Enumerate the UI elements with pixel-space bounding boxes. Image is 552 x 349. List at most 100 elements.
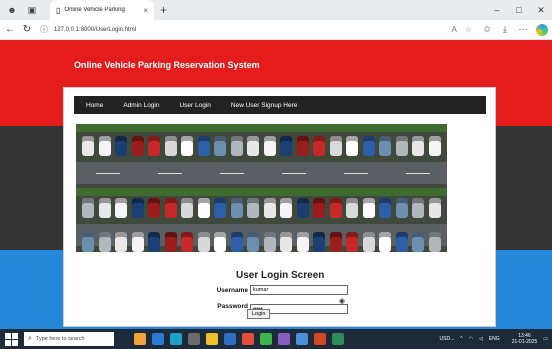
favorite-star-icon[interactable]: ☆	[465, 25, 472, 34]
taskbar-app-icon[interactable]	[188, 333, 200, 345]
menu-new-user-signup[interactable]: New User Signup Here	[231, 102, 297, 109]
banner-shape	[158, 173, 182, 174]
url-field[interactable]: ⓘ 127.0.0.1:8000/UserLogin.html A ☆	[40, 22, 472, 37]
page-icon: ▯	[56, 5, 61, 15]
banner-shape	[346, 198, 358, 218]
url-text: 127.0.0.1:8000/UserLogin.html	[54, 26, 137, 33]
parking-lot-banner-image	[76, 124, 447, 252]
minimize-button[interactable]: –	[486, 5, 508, 15]
banner-shape	[362, 136, 375, 156]
banner-shape	[82, 232, 94, 252]
banner-shape	[406, 173, 430, 174]
banner-shape	[214, 136, 226, 156]
banner-shape	[220, 173, 244, 174]
windows-start-icon[interactable]	[4, 332, 18, 346]
back-icon[interactable]: ←	[3, 24, 17, 35]
banner-shape	[346, 232, 358, 252]
taskbar-search[interactable]: ⌕ Type here to search	[24, 332, 114, 346]
tab-close-icon[interactable]: ×	[143, 6, 148, 15]
banner-shape	[230, 232, 243, 252]
banner-shape	[181, 232, 193, 252]
taskbar-app-icon[interactable]	[332, 333, 344, 345]
login-button[interactable]: Login	[247, 309, 271, 319]
browser-tab-bar: ☻ ▣ ▯ Online Vehicle Parking × + – □ ✕	[0, 0, 552, 20]
banner-shape	[98, 232, 111, 252]
banner-shape	[263, 198, 276, 218]
banner-shape	[428, 232, 441, 252]
system-tray: USD... ^ ◠ ◁ ENG 13:46 21-01-2025 ▭	[434, 329, 548, 349]
taskbar-app-icon[interactable]	[134, 333, 146, 345]
banner-shape	[181, 198, 193, 218]
login-heading: User Login Screen	[236, 270, 325, 281]
username-input[interactable]	[250, 285, 348, 295]
show-password-eye-icon[interactable]: ◉	[339, 297, 345, 307]
notification-icon[interactable]: ▭	[543, 336, 548, 342]
tab-title: Online Vehicle Parking	[64, 7, 125, 13]
menu-home[interactable]: Home	[86, 102, 103, 109]
taskbar-app-icon[interactable]	[224, 333, 236, 345]
windows-taskbar: ⌕ Type here to search USD... ^ ◠ ◁ ENG 1…	[0, 329, 552, 349]
clock[interactable]: 13:46 21-01-2025	[506, 333, 538, 345]
copilot-icon[interactable]	[536, 23, 548, 36]
banner-shape	[148, 232, 160, 252]
banner-shape	[280, 232, 292, 252]
info-icon[interactable]: ⓘ	[40, 24, 48, 35]
tray-chevron-icon[interactable]: ^	[460, 336, 462, 342]
weather-text[interactable]: USD...	[440, 336, 455, 342]
maximize-button[interactable]: □	[508, 5, 530, 15]
read-aloud-icon[interactable]: A	[451, 25, 456, 34]
username-label: Username	[216, 286, 248, 294]
banner-shape	[214, 198, 226, 218]
banner-shape	[412, 136, 424, 156]
banner-shape	[395, 136, 408, 156]
taskbar-app-icon[interactable]	[296, 333, 308, 345]
tab-actions-icon[interactable]: ▣	[24, 3, 40, 17]
browser-tab[interactable]: ▯ Online Vehicle Parking ×	[50, 0, 154, 20]
refresh-icon[interactable]: ↻	[20, 24, 34, 35]
banner-shape	[412, 198, 424, 218]
taskbar-app-icon[interactable]	[314, 333, 326, 345]
new-tab-button[interactable]: +	[160, 3, 167, 17]
banner-shape	[263, 136, 276, 156]
favorites-icon[interactable]: ✩	[478, 24, 496, 35]
profile-icon[interactable]: ☻	[4, 3, 20, 17]
download-icon[interactable]: ⤓	[496, 24, 514, 35]
menu-admin-login[interactable]: Admin Login	[123, 102, 159, 109]
menu-user-login[interactable]: User Login	[179, 102, 210, 109]
close-window-button[interactable]: ✕	[530, 5, 552, 16]
language-indicator[interactable]: ENG	[489, 336, 500, 342]
banner-shape	[82, 198, 94, 218]
banner-shape	[164, 136, 177, 156]
password-row: Password ◉	[214, 297, 348, 315]
more-icon[interactable]: ⋯	[514, 24, 532, 35]
banner-shape	[76, 162, 447, 184]
banner-shape	[197, 232, 210, 252]
banner-shape	[379, 198, 391, 218]
banner-shape	[412, 232, 424, 252]
volume-icon[interactable]: ◁	[479, 336, 483, 342]
banner-shape	[379, 232, 391, 252]
banner-shape	[329, 198, 342, 218]
taskbar-app-icon[interactable]	[152, 333, 164, 345]
banner-shape	[164, 198, 177, 218]
taskbar-app-icon[interactable]	[278, 333, 290, 345]
banner-shape	[131, 198, 144, 218]
banner-shape	[115, 136, 127, 156]
content-panel: Home Admin Login User Login New User Sig…	[63, 87, 496, 327]
banner-shape	[296, 232, 309, 252]
banner-shape	[313, 198, 325, 218]
banner-shape	[148, 198, 160, 218]
banner-shape	[280, 136, 292, 156]
network-icon[interactable]: ◠	[469, 336, 473, 342]
taskbar-app-icon[interactable]	[242, 333, 254, 345]
address-bar: ← ↻ ⓘ 127.0.0.1:8000/UserLogin.html A ☆ …	[0, 20, 552, 40]
site-title: Online Vehicle Parking Reservation Syste…	[74, 60, 260, 70]
taskbar-app-icon[interactable]	[206, 333, 218, 345]
banner-shape	[344, 173, 368, 174]
banner-shape	[282, 173, 306, 174]
search-placeholder: Type here to search	[35, 336, 85, 342]
taskbar-app-icon[interactable]	[260, 333, 272, 345]
taskbar-app-icon[interactable]	[170, 333, 182, 345]
banner-shape	[131, 232, 144, 252]
banner-shape	[247, 136, 259, 156]
